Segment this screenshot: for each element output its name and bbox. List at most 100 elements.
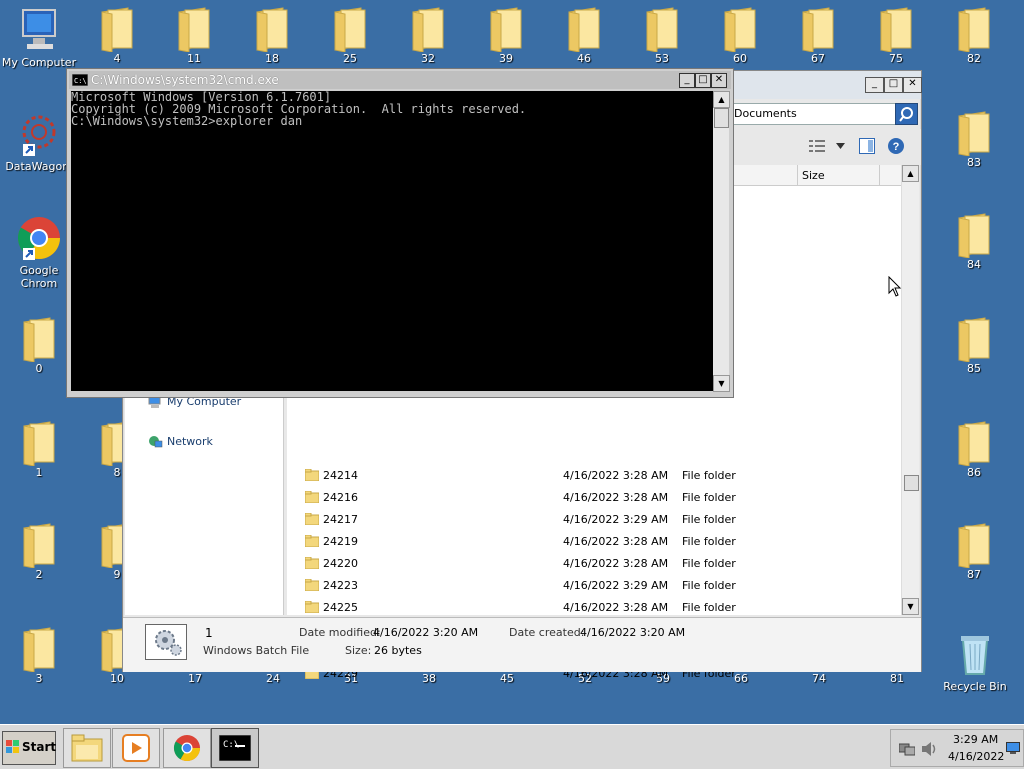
desktop-folder-label: 11 (187, 52, 201, 65)
desktop-folder-label: 1 (35, 466, 43, 479)
scroll-up-button[interactable]: ▲ (902, 165, 919, 182)
folder-icon (724, 7, 756, 52)
network-status-icon[interactable] (899, 742, 915, 756)
desktop-folder-label: 10 (110, 672, 124, 685)
desktop-folder-label: 86 (967, 466, 981, 479)
desktop-folder[interactable]: 85 (935, 316, 1013, 375)
svg-text:?: ? (893, 141, 900, 153)
desktop-folder-label: 32 (421, 52, 435, 65)
desktop-folder-label: 85 (967, 362, 981, 375)
show-desktop-icon[interactable] (1006, 742, 1020, 754)
taskbar-item-cmd[interactable]: C:\ (211, 728, 259, 768)
clock-time[interactable]: 3:29 AM (953, 733, 998, 746)
table-row[interactable]: 24220 4/16/2022 3:28 AM File folder (287, 553, 897, 575)
scroll-down-button[interactable]: ▼ (713, 375, 730, 392)
details-date-modified-label: Date modified: (299, 626, 381, 639)
table-row[interactable]: 24214 4/16/2022 3:28 AM File folder (287, 465, 897, 487)
maximize-button[interactable]: □ (695, 73, 711, 88)
scroll-thumb[interactable] (714, 108, 729, 128)
taskbar-item-file-explorer[interactable] (63, 728, 111, 768)
scroll-thumb[interactable] (904, 475, 919, 491)
desktop-folder[interactable]: 2 (0, 522, 78, 581)
desktop-icon-recycle-bin[interactable]: Recycle Bin (936, 630, 1014, 693)
close-button[interactable]: ✕ (903, 77, 922, 93)
desktop-folder[interactable]: 67 (779, 6, 857, 65)
table-row[interactable]: 24223 4/16/2022 3:29 AM File folder (287, 575, 897, 597)
desktop-folder[interactable]: 18 (233, 6, 311, 65)
desktop-folder[interactable]: 11 (155, 6, 233, 65)
folder-icon (305, 513, 319, 525)
address-bar[interactable]: Documents (731, 103, 897, 125)
minimize-button[interactable]: _ (679, 73, 695, 88)
file-type: File folder (682, 491, 736, 504)
close-button[interactable]: ✕ (711, 73, 727, 88)
mouse-cursor-icon (888, 276, 902, 297)
folder-icon (958, 317, 990, 362)
desktop-folder[interactable]: 83 (935, 110, 1013, 169)
desktop-folder-label: 87 (967, 568, 981, 581)
desktop-folder[interactable]: 60 (701, 6, 779, 65)
taskbar: Start C:\ 3:29 AM 4/16/2022 (0, 724, 1024, 769)
details-filename: 1 (205, 626, 213, 640)
desktop-folder-label: 2 (35, 568, 43, 581)
details-date-modified: 4/16/2022 3:20 AM (373, 626, 479, 639)
file-type: File folder (682, 579, 736, 592)
desktop-folder-label: 18 (265, 52, 279, 65)
vertical-scrollbar[interactable]: ▲ ▼ (901, 165, 919, 615)
scroll-up-button[interactable]: ▲ (713, 91, 730, 108)
file-type: File folder (682, 535, 736, 548)
details-size-label: Size: (345, 644, 372, 657)
search-button[interactable] (895, 103, 918, 125)
volume-icon[interactable] (921, 741, 939, 757)
desktop-folder[interactable]: 82 (935, 6, 1013, 65)
scroll-down-button[interactable]: ▼ (902, 598, 919, 615)
desktop-folder[interactable]: 87 (935, 522, 1013, 581)
desktop-folder[interactable]: 39 (467, 6, 545, 65)
minimize-button[interactable]: _ (865, 77, 884, 93)
folder-icon (646, 7, 678, 52)
desktop-folder-label: 83 (967, 156, 981, 169)
cmd-console[interactable]: Microsoft Windows [Version 6.1.7601] Cop… (71, 91, 713, 391)
table-row[interactable]: 24217 4/16/2022 3:29 AM File folder (287, 509, 897, 531)
taskbar-item-chrome[interactable] (163, 728, 211, 768)
desktop-folder[interactable]: 84 (935, 212, 1013, 271)
start-button[interactable]: Start (2, 731, 56, 765)
desktop-folder-label: 84 (967, 258, 981, 271)
table-row[interactable]: 24216 4/16/2022 3:28 AM File folder (287, 487, 897, 509)
desktop-folder-label: 8 (113, 466, 121, 479)
desktop-folder[interactable]: 32 (389, 6, 467, 65)
column-header-size[interactable]: Size (802, 169, 825, 182)
desktop-folder-label: 53 (655, 52, 669, 65)
maximize-button[interactable]: □ (884, 77, 903, 93)
taskbar-item-media-player[interactable] (112, 728, 160, 768)
view-options-icon[interactable] (809, 139, 825, 153)
help-icon[interactable]: ? (887, 137, 905, 155)
clock-date[interactable]: 4/16/2022 (948, 750, 1004, 763)
cmd-titlebar[interactable]: C:\ C:\Windows\system32\cmd.exe _ □ ✕ (69, 71, 731, 89)
file-date: 4/16/2022 3:28 AM (563, 535, 669, 548)
media-player-icon (122, 734, 150, 762)
desktop-folder[interactable]: 25 (311, 6, 389, 65)
desktop-folder[interactable]: 1 (0, 420, 78, 479)
folder-icon (256, 7, 288, 52)
preview-pane-icon[interactable] (859, 138, 875, 154)
desktop-folder[interactable]: 75 (857, 6, 935, 65)
chevron-down-icon[interactable] (836, 143, 845, 149)
desktop-folder[interactable]: 86 (935, 420, 1013, 479)
file-type: File folder (682, 557, 736, 570)
folder-icon (490, 7, 522, 52)
cmd-vertical-scrollbar[interactable]: ▲ ▼ (713, 91, 730, 392)
desktop-icon-my-computer[interactable]: My Computer (0, 6, 78, 69)
desktop-folder-label: 60 (733, 52, 747, 65)
desktop-folder[interactable]: 4 (78, 6, 156, 65)
table-row[interactable]: 24219 4/16/2022 3:28 AM File folder (287, 531, 897, 553)
desktop-folder[interactable]: 46 (545, 6, 623, 65)
desktop-folder-label: 4 (113, 52, 121, 65)
desktop-icon-label: DataWagon. (5, 160, 73, 173)
desktop-icon-label: My Computer (1, 56, 77, 69)
desktop-folder[interactable]: 3 (0, 626, 78, 685)
table-row[interactable]: 24225 4/16/2022 3:28 AM File folder (287, 597, 897, 619)
desktop-folder[interactable]: 53 (623, 6, 701, 65)
cmd-window[interactable]: C:\ C:\Windows\system32\cmd.exe _ □ ✕ Mi… (66, 68, 734, 398)
chrome-icon (173, 735, 201, 762)
